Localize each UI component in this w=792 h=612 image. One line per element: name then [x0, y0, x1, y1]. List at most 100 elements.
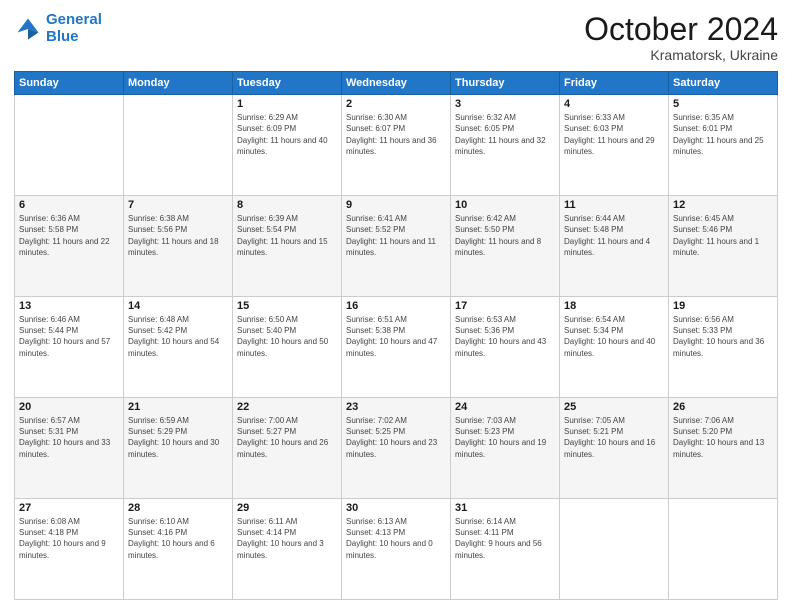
day-info: Sunrise: 7:03 AM Sunset: 5:23 PM Dayligh…: [455, 415, 555, 460]
calendar-cell-w1-d2: 1 Sunrise: 6:29 AM Sunset: 6:09 PM Daylig…: [233, 95, 342, 196]
day-number: 26: [673, 401, 773, 413]
calendar-cell-w4-d6: 26Sunrise: 7:06 AM Sunset: 5:20 PM Dayli…: [669, 398, 778, 499]
calendar-week-4: 20 Sunrise: 6:57 AM Sunset: 5:31 PM Dayli…: [15, 398, 778, 499]
col-sunday: Sunday: [15, 72, 124, 95]
calendar-cell-w5-d2: 29Sunrise: 6:11 AM Sunset: 4:14 PM Dayli…: [233, 499, 342, 600]
calendar-cell-w2-d6: 12 Sunrise: 6:45 AM Sunset: 5:46 PM Dayli…: [669, 196, 778, 297]
day-number: 15: [237, 300, 337, 312]
day-info: Sunrise: 6:59 AM Sunset: 5:29 PM Dayligh…: [128, 415, 228, 460]
day-info: Sunrise: 6:44 AM Sunset: 5:48 PM Dayligh…: [564, 213, 664, 258]
day-number: 9: [346, 199, 446, 211]
day-number: 22: [237, 401, 337, 413]
calendar-cell-w2-d3: 9 Sunrise: 6:41 AM Sunset: 5:52 PM Daylig…: [342, 196, 451, 297]
day-number: 30: [346, 502, 446, 514]
calendar-cell-w4-d5: 25Sunrise: 7:05 AM Sunset: 5:21 PM Dayli…: [560, 398, 669, 499]
col-saturday: Saturday: [669, 72, 778, 95]
day-number: 16: [346, 300, 446, 312]
calendar-cell-w5-d1: 28 Sunrise: 6:10 AM Sunset: 4:16 PM Dayli…: [124, 499, 233, 600]
day-info: Sunrise: 6:33 AM Sunset: 6:03 PM Dayligh…: [564, 112, 664, 157]
calendar-cell-w2-d4: 10Sunrise: 6:42 AM Sunset: 5:50 PM Dayli…: [451, 196, 560, 297]
header-right: October 2024 Kramatorsk, Ukraine: [584, 12, 778, 63]
day-info: Sunrise: 6:08 AM Sunset: 4:18 PM Dayligh…: [19, 516, 119, 561]
day-number: 31: [455, 502, 555, 514]
day-info: Sunrise: 6:53 AM Sunset: 5:36 PM Dayligh…: [455, 314, 555, 359]
calendar-week-2: 6 Sunrise: 6:36 AM Sunset: 5:58 PM Daylig…: [15, 196, 778, 297]
day-number: 12: [673, 199, 773, 211]
day-info: Sunrise: 6:45 AM Sunset: 5:46 PM Dayligh…: [673, 213, 773, 258]
header: General Blue October 2024 Kramatorsk, Uk…: [14, 12, 778, 63]
day-info: Sunrise: 7:05 AM Sunset: 5:21 PM Dayligh…: [564, 415, 664, 460]
day-number: 5: [673, 98, 773, 110]
logo: General Blue: [14, 12, 102, 45]
day-info: Sunrise: 6:57 AM Sunset: 5:31 PM Dayligh…: [19, 415, 119, 460]
calendar-cell-w2-d5: 11 Sunrise: 6:44 AM Sunset: 5:48 PM Dayli…: [560, 196, 669, 297]
calendar-cell-w1-d5: 4 Sunrise: 6:33 AM Sunset: 6:03 PM Daylig…: [560, 95, 669, 196]
day-info: Sunrise: 6:29 AM Sunset: 6:09 PM Dayligh…: [237, 112, 337, 157]
day-number: 28: [128, 502, 228, 514]
calendar-cell-w2-d2: 8 Sunrise: 6:39 AM Sunset: 5:54 PM Daylig…: [233, 196, 342, 297]
day-info: Sunrise: 6:10 AM Sunset: 4:16 PM Dayligh…: [128, 516, 228, 561]
calendar-cell-w5-d6: [669, 499, 778, 600]
day-number: 7: [128, 199, 228, 211]
calendar-cell-w3-d3: 16Sunrise: 6:51 AM Sunset: 5:38 PM Dayli…: [342, 297, 451, 398]
calendar-cell-w3-d1: 14 Sunrise: 6:48 AM Sunset: 5:42 PM Dayli…: [124, 297, 233, 398]
day-number: 20: [19, 401, 119, 413]
calendar-cell-w3-d0: 13 Sunrise: 6:46 AM Sunset: 5:44 PM Dayli…: [15, 297, 124, 398]
day-number: 6: [19, 199, 119, 211]
day-number: 13: [19, 300, 119, 312]
location: Kramatorsk, Ukraine: [584, 47, 778, 63]
day-info: Sunrise: 6:48 AM Sunset: 5:42 PM Dayligh…: [128, 314, 228, 359]
day-info: Sunrise: 6:50 AM Sunset: 5:40 PM Dayligh…: [237, 314, 337, 359]
calendar-cell-w1-d1: [124, 95, 233, 196]
calendar-week-5: 27Sunrise: 6:08 AM Sunset: 4:18 PM Dayli…: [15, 499, 778, 600]
calendar-cell-w5-d3: 30 Sunrise: 6:13 AM Sunset: 4:13 PM Dayli…: [342, 499, 451, 600]
day-number: 11: [564, 199, 664, 211]
calendar-cell-w2-d0: 6 Sunrise: 6:36 AM Sunset: 5:58 PM Daylig…: [15, 196, 124, 297]
day-info: Sunrise: 6:30 AM Sunset: 6:07 PM Dayligh…: [346, 112, 446, 157]
day-info: Sunrise: 6:35 AM Sunset: 6:01 PM Dayligh…: [673, 112, 773, 157]
col-friday: Friday: [560, 72, 669, 95]
day-number: 18: [564, 300, 664, 312]
col-monday: Monday: [124, 72, 233, 95]
day-number: 14: [128, 300, 228, 312]
calendar-cell-w4-d0: 20 Sunrise: 6:57 AM Sunset: 5:31 PM Dayli…: [15, 398, 124, 499]
calendar-cell-w5-d5: [560, 499, 669, 600]
calendar-table: Sunday Monday Tuesday Wednesday Thursday…: [14, 71, 778, 600]
page: General Blue October 2024 Kramatorsk, Uk…: [0, 0, 792, 612]
day-number: 3: [455, 98, 555, 110]
day-number: 8: [237, 199, 337, 211]
logo-text: General Blue: [46, 12, 102, 45]
calendar-cell-w4-d3: 23Sunrise: 7:02 AM Sunset: 5:25 PM Dayli…: [342, 398, 451, 499]
calendar-week-1: 1 Sunrise: 6:29 AM Sunset: 6:09 PM Daylig…: [15, 95, 778, 196]
day-number: 19: [673, 300, 773, 312]
calendar-cell-w1-d0: [15, 95, 124, 196]
day-number: 17: [455, 300, 555, 312]
day-number: 21: [128, 401, 228, 413]
day-info: Sunrise: 6:46 AM Sunset: 5:44 PM Dayligh…: [19, 314, 119, 359]
day-number: 10: [455, 199, 555, 211]
calendar-cell-w3-d6: 19Sunrise: 6:56 AM Sunset: 5:33 PM Dayli…: [669, 297, 778, 398]
day-info: Sunrise: 6:39 AM Sunset: 5:54 PM Dayligh…: [237, 213, 337, 258]
day-number: 4: [564, 98, 664, 110]
day-info: Sunrise: 6:41 AM Sunset: 5:52 PM Dayligh…: [346, 213, 446, 258]
calendar-header-row: Sunday Monday Tuesday Wednesday Thursday…: [15, 72, 778, 95]
day-info: Sunrise: 6:14 AM Sunset: 4:11 PM Dayligh…: [455, 516, 555, 561]
calendar-cell-w3-d4: 17 Sunrise: 6:53 AM Sunset: 5:36 PM Dayli…: [451, 297, 560, 398]
calendar-cell-w3-d5: 18 Sunrise: 6:54 AM Sunset: 5:34 PM Dayli…: [560, 297, 669, 398]
calendar-cell-w1-d6: 5 Sunrise: 6:35 AM Sunset: 6:01 PM Daylig…: [669, 95, 778, 196]
day-number: 1: [237, 98, 337, 110]
calendar-cell-w4-d1: 21 Sunrise: 6:59 AM Sunset: 5:29 PM Dayli…: [124, 398, 233, 499]
day-number: 2: [346, 98, 446, 110]
day-info: Sunrise: 6:38 AM Sunset: 5:56 PM Dayligh…: [128, 213, 228, 258]
day-info: Sunrise: 6:32 AM Sunset: 6:05 PM Dayligh…: [455, 112, 555, 157]
calendar-cell-w5-d0: 27Sunrise: 6:08 AM Sunset: 4:18 PM Dayli…: [15, 499, 124, 600]
day-number: 29: [237, 502, 337, 514]
calendar-cell-w2-d1: 7 Sunrise: 6:38 AM Sunset: 5:56 PM Daylig…: [124, 196, 233, 297]
day-info: Sunrise: 6:36 AM Sunset: 5:58 PM Dayligh…: [19, 213, 119, 258]
calendar-week-3: 13 Sunrise: 6:46 AM Sunset: 5:44 PM Dayli…: [15, 297, 778, 398]
day-info: Sunrise: 6:54 AM Sunset: 5:34 PM Dayligh…: [564, 314, 664, 359]
month-title: October 2024: [584, 12, 778, 47]
day-info: Sunrise: 6:13 AM Sunset: 4:13 PM Dayligh…: [346, 516, 446, 561]
calendar-cell-w4-d4: 24Sunrise: 7:03 AM Sunset: 5:23 PM Dayli…: [451, 398, 560, 499]
calendar-cell-w4-d2: 22Sunrise: 7:00 AM Sunset: 5:27 PM Dayli…: [233, 398, 342, 499]
